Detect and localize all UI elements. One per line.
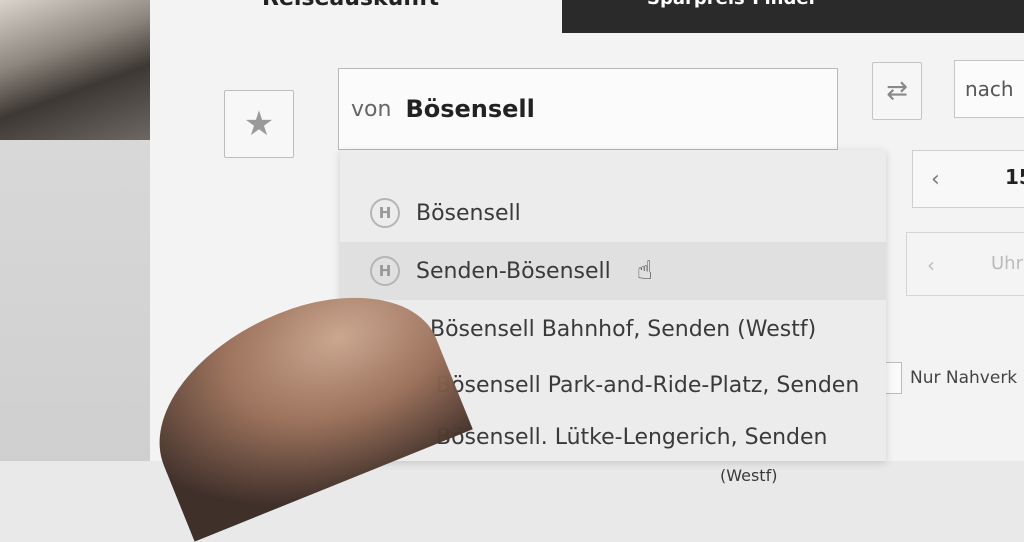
background-photo [0,0,160,140]
suggestion-label: Bösensell Bahnhof, Senden (Westf) [430,316,817,342]
time-label: Uhr [991,253,1023,274]
background-area [0,140,160,461]
suggestion-label: (Westf) [720,465,778,485]
favorites-button[interactable]: ★ [224,90,294,158]
swap-button[interactable]: ⇄ [872,62,922,120]
nahverkehr-label: Nur Nahverk [910,368,1018,388]
date-day: 15 [1005,165,1024,189]
nahverkehr-option[interactable]: Nur Nahverk [876,362,1017,394]
suggestion-label: Bösensell Park-and-Ride-Platz, Senden [436,372,860,398]
tab-label: Sparpreis-Finder [647,0,817,9]
to-input[interactable]: nach [954,60,1024,118]
suggestion-label: Senden-Bösensell [416,258,611,284]
page-title: Reiseauskunft [262,0,439,11]
suggestion-item[interactable]: H Senden-Bösensell ☝ [340,242,886,300]
date-selector[interactable]: ‹ 15 [912,150,1024,208]
tab-sparpreis[interactable]: Sparpreis-Finder [562,0,1024,33]
from-prefix: von [351,96,392,122]
stop-h-icon: H [370,256,400,286]
time-selector[interactable]: ‹ Uhr [906,232,1024,296]
from-value: Bösensell [405,95,535,123]
chevron-left-icon[interactable]: ‹ [931,167,940,192]
suggestion-item[interactable]: H Bösensell [340,184,886,242]
stop-h-icon: H [370,198,400,228]
swap-arrows-icon: ⇄ [886,76,908,106]
chevron-left-icon[interactable]: ‹ [927,253,935,277]
suggestion-item-continuation: (Westf) [340,446,886,504]
star-icon: ★ [243,104,275,144]
hand-pointer-icon: ☝ [636,256,653,286]
suggestion-label: Bösensell [416,200,521,226]
from-input[interactable]: von Bösensell [338,68,838,150]
